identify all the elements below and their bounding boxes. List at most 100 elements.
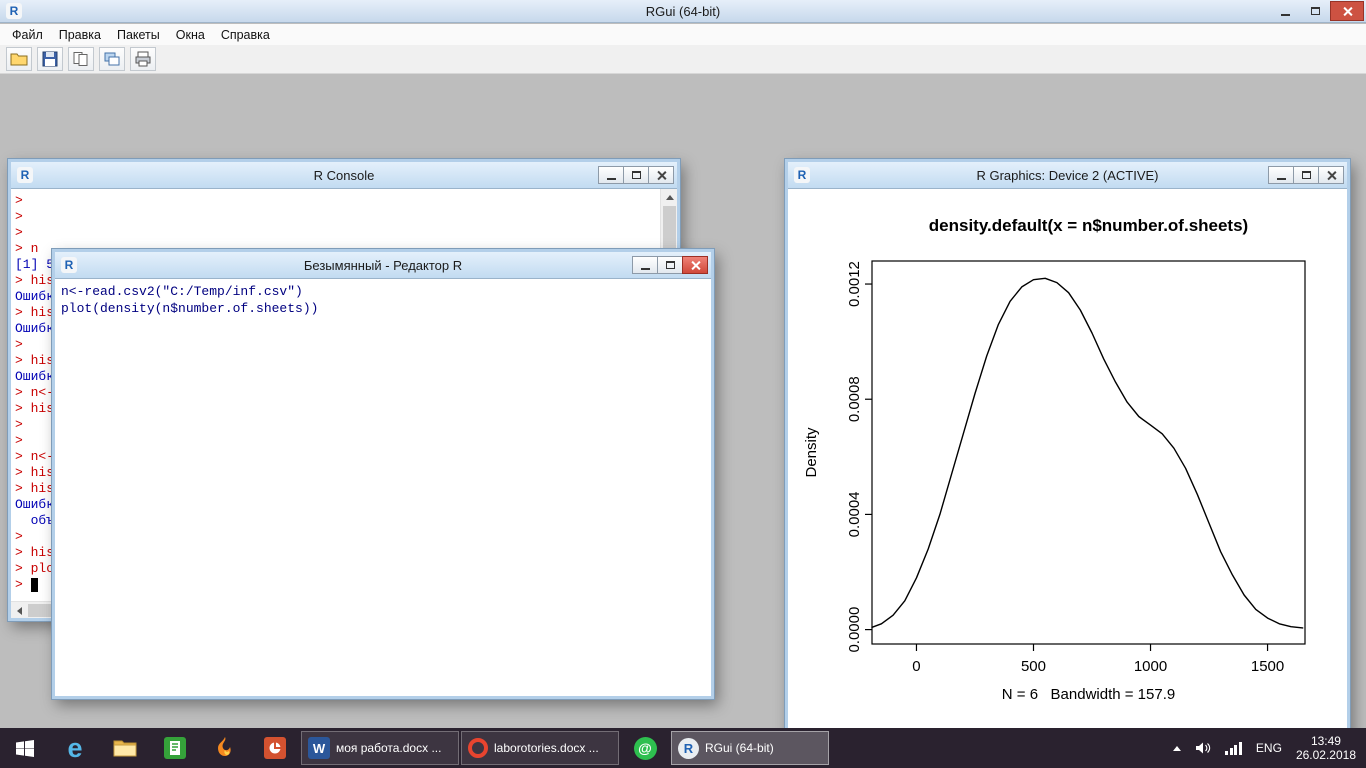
menu-bar: ФайлПравкаПакетыОкнаСправка bbox=[0, 24, 1366, 45]
print-icon bbox=[134, 51, 152, 67]
r-logo-icon: R bbox=[6, 3, 22, 19]
taskbar-item-label: RGui (64-bit) bbox=[705, 741, 774, 755]
maximize-icon bbox=[666, 261, 675, 269]
console-line: > bbox=[15, 209, 660, 225]
scroll-left-arrow[interactable] bbox=[11, 602, 28, 618]
green-app-icon bbox=[164, 737, 186, 759]
taskbar-empty-space bbox=[830, 728, 1173, 768]
minimize-icon bbox=[641, 268, 650, 270]
editor-code-line: plot(density(n$number.of.sheets)) bbox=[61, 301, 711, 318]
show-hidden-icons-button[interactable] bbox=[1173, 746, 1181, 751]
taskbar-opera-doc-button[interactable]: laborotories.docx ... bbox=[461, 731, 619, 765]
svg-text:N = 6 Bandwidth = 157.9: N = 6 Bandwidth = 157.9 bbox=[1002, 686, 1175, 703]
menu-item-Правка[interactable]: Правка bbox=[51, 26, 109, 44]
menu-item-Пакеты[interactable]: Пакеты bbox=[109, 26, 168, 44]
graphics-maximize-button[interactable] bbox=[1293, 166, 1319, 184]
r-logo-icon: R bbox=[61, 257, 77, 273]
taskbar-flame-app-button[interactable] bbox=[200, 728, 250, 768]
svg-text:density.default(x = n$number.o: density.default(x = n$number.of.sheets) bbox=[929, 216, 1248, 235]
taskbar: e W моя работа.docx ... laborotories.doc… bbox=[0, 728, 1366, 768]
taskbar-rgui-button[interactable]: R RGui (64-bit) bbox=[671, 731, 829, 765]
toolbar-copy-paste-button[interactable] bbox=[68, 47, 94, 71]
windows-start-icon bbox=[14, 737, 36, 759]
console-title: R Console bbox=[11, 168, 677, 183]
minimize-icon bbox=[1277, 178, 1286, 180]
main-maximize-button[interactable] bbox=[1300, 1, 1330, 21]
scroll-up-arrow[interactable] bbox=[661, 189, 677, 206]
taskbar-explorer-button[interactable] bbox=[100, 728, 150, 768]
svg-text:Density: Density bbox=[803, 427, 820, 478]
console-titlebar[interactable]: R R Console bbox=[11, 162, 677, 189]
taskbar-ie-button[interactable]: e bbox=[50, 728, 100, 768]
close-icon bbox=[1342, 6, 1353, 17]
word-document-icon: W bbox=[308, 737, 330, 759]
taskbar-item-label: моя работа.docx ... bbox=[336, 741, 441, 755]
rgui-window-title: RGui (64-bit) bbox=[0, 4, 1366, 19]
editor-minimize-button[interactable] bbox=[632, 256, 658, 274]
svg-text:1500: 1500 bbox=[1251, 658, 1284, 675]
file-explorer-icon bbox=[113, 738, 137, 758]
tray-date: 26.02.2018 bbox=[1296, 748, 1356, 762]
close-icon bbox=[1326, 170, 1337, 181]
console-minimize-button[interactable] bbox=[598, 166, 624, 184]
maximize-icon bbox=[1311, 7, 1320, 15]
flame-app-icon bbox=[215, 736, 235, 760]
editor-titlebar[interactable]: R Безымянный - Редактор R bbox=[55, 252, 711, 279]
editor-maximize-button[interactable] bbox=[657, 256, 683, 274]
svg-text:0.0004: 0.0004 bbox=[846, 491, 863, 537]
taskbar-word-doc-button[interactable]: W моя работа.docx ... bbox=[301, 731, 459, 765]
minimize-icon bbox=[607, 178, 616, 180]
graphics-close-button[interactable] bbox=[1318, 166, 1344, 184]
toolbar-print-button[interactable] bbox=[130, 47, 156, 71]
network-signal-icon[interactable] bbox=[1225, 742, 1242, 755]
tray-time: 13:49 bbox=[1296, 734, 1356, 748]
taskbar-mail-button[interactable]: @ bbox=[620, 728, 670, 768]
language-indicator[interactable]: ENG bbox=[1256, 741, 1282, 755]
system-tray: ENG 13:49 26.02.2018 bbox=[1173, 728, 1366, 768]
svg-text:0.0012: 0.0012 bbox=[846, 261, 863, 307]
editor-text-area[interactable]: n<-read.csv2("C:/Temp/inf.csv")plot(dens… bbox=[55, 279, 711, 696]
svg-text:0: 0 bbox=[912, 658, 920, 675]
toolbar-save-button[interactable] bbox=[37, 47, 63, 71]
arrow-left-icon bbox=[17, 607, 22, 615]
console-maximize-button[interactable] bbox=[623, 166, 649, 184]
opera-icon bbox=[468, 738, 488, 758]
arrow-up-icon bbox=[666, 195, 674, 200]
volume-icon[interactable] bbox=[1195, 741, 1211, 755]
rgui-titlebar[interactable]: R RGui (64-bit) bbox=[0, 0, 1366, 23]
density-plot: density.default(x = n$number.of.sheets) 0… bbox=[788, 189, 1347, 738]
menu-item-Окна[interactable]: Окна bbox=[168, 26, 213, 44]
mail-at-icon: @ bbox=[634, 737, 657, 760]
svg-text:500: 500 bbox=[1021, 658, 1046, 675]
taskbar-green-app-button[interactable] bbox=[150, 728, 200, 768]
start-button[interactable] bbox=[0, 728, 50, 768]
graphics-titlebar[interactable]: R R Graphics: Device 2 (ACTIVE) bbox=[788, 162, 1347, 189]
toolbar-windows-button[interactable] bbox=[99, 47, 125, 71]
copy-paste-icon bbox=[72, 51, 90, 67]
internet-explorer-icon: e bbox=[67, 735, 82, 762]
console-close-button[interactable] bbox=[648, 166, 674, 184]
r-editor-window: R Безымянный - Редактор R n<-read.csv2("… bbox=[52, 249, 714, 699]
close-icon bbox=[656, 170, 667, 181]
svg-text:0.0000: 0.0000 bbox=[846, 607, 863, 653]
close-icon bbox=[690, 260, 701, 271]
svg-text:0.0008: 0.0008 bbox=[846, 376, 863, 422]
taskbar-item-label: laborotories.docx ... bbox=[494, 741, 599, 755]
r-logo-icon: R bbox=[17, 167, 33, 183]
clock[interactable]: 13:49 26.02.2018 bbox=[1296, 734, 1356, 762]
menu-item-Файл[interactable]: Файл bbox=[4, 26, 51, 44]
toolbar-open-button[interactable] bbox=[6, 47, 32, 71]
menu-item-Справка[interactable]: Справка bbox=[213, 26, 278, 44]
mdi-workspace: R R Console >>>> n[1] 5> hisОшибк> hisОш… bbox=[0, 74, 1366, 728]
graphics-minimize-button[interactable] bbox=[1268, 166, 1294, 184]
taskbar-orange-app-button[interactable] bbox=[250, 728, 300, 768]
main-minimize-button[interactable] bbox=[1270, 1, 1300, 21]
editor-close-button[interactable] bbox=[682, 256, 708, 274]
maximize-icon bbox=[632, 171, 641, 179]
main-close-button[interactable] bbox=[1330, 1, 1364, 21]
graphics-title: R Graphics: Device 2 (ACTIVE) bbox=[788, 168, 1347, 183]
console-line: > bbox=[15, 225, 660, 241]
editor-title: Безымянный - Редактор R bbox=[55, 258, 711, 273]
console-line: > bbox=[15, 193, 660, 209]
text-cursor bbox=[31, 578, 38, 592]
